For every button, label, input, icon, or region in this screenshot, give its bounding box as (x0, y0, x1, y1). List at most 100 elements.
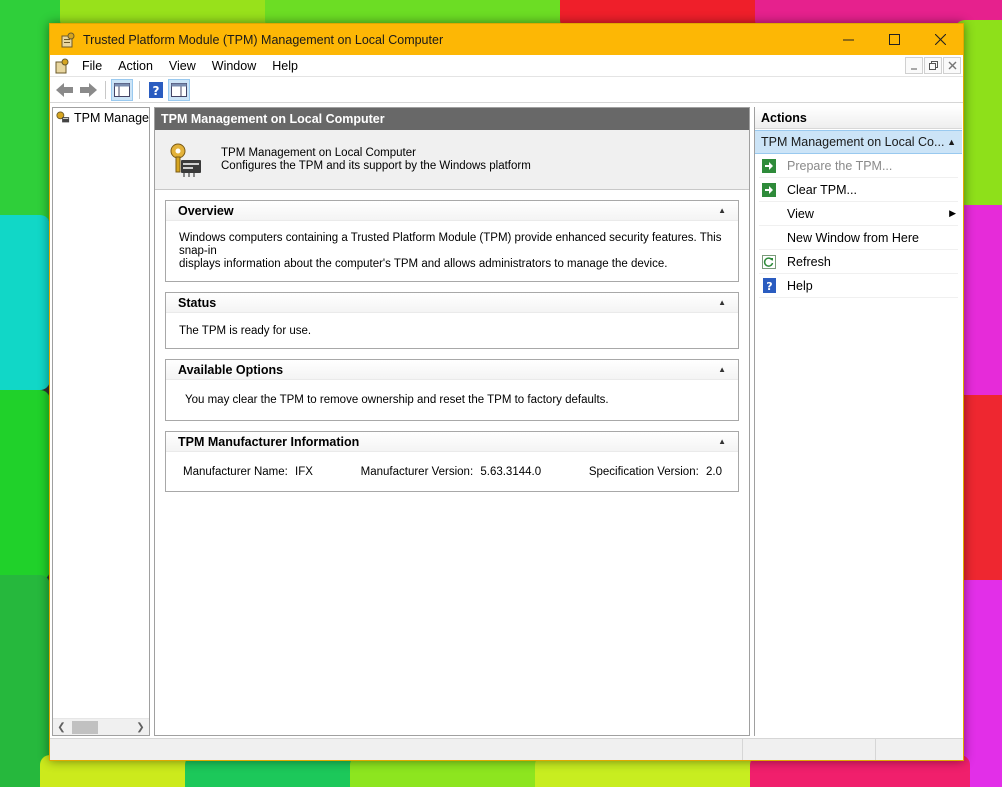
restore-icon (928, 61, 938, 70)
action-refresh[interactable]: Refresh (759, 250, 958, 274)
specification-version: Specification Version: 2.0 (589, 466, 722, 479)
action-label: New Window from Here (787, 230, 919, 245)
status-section-header[interactable]: Status ▲ (166, 293, 738, 313)
back-button[interactable] (54, 79, 76, 101)
action-clear-tpm[interactable]: Clear TPM... (759, 178, 958, 202)
forward-arrow-icon (80, 82, 97, 97)
green-arrow-icon (761, 182, 777, 198)
mdi-restore-button[interactable] (924, 57, 942, 74)
help-toolbar-button[interactable]: ? (145, 79, 167, 101)
action-label: Prepare the TPM... (787, 158, 893, 173)
manufacturer-name-value: IFX (295, 466, 313, 478)
mdi-close-button[interactable] (943, 57, 961, 74)
scroll-right-icon[interactable]: ❯ (132, 722, 149, 733)
manufacturer-info-section-header[interactable]: TPM Manufacturer Information ▲ (166, 432, 738, 452)
action-new-window[interactable]: New Window from Here (759, 226, 958, 250)
scroll-left-icon[interactable]: ❮ (53, 722, 70, 733)
section-title: Overview (178, 203, 234, 218)
actions-group-header[interactable]: TPM Management on Local Co... ▲ (755, 130, 962, 154)
refresh-icon (761, 254, 777, 270)
menu-bar: File Action View Window Help (50, 55, 963, 77)
minimize-button[interactable] (825, 24, 871, 55)
menu-action[interactable]: Action (110, 55, 161, 77)
tree-item-tpm-management[interactable]: TPM Manage (53, 108, 149, 128)
console-tree-pane: TPM Manage ❮ ❯ (52, 107, 150, 736)
actions-pane-title: Actions (755, 107, 962, 129)
overview-section-header[interactable]: Overview ▲ (166, 201, 738, 221)
toolbar-separator (139, 80, 140, 99)
action-label: Refresh (787, 254, 831, 269)
back-arrow-icon (56, 82, 73, 97)
manufacturer-info-section: TPM Manufacturer Information ▲ Manufactu… (165, 431, 739, 492)
console-content: TPM Manage ❮ ❯ TPM Management on Local C… (50, 104, 963, 736)
menu-help[interactable]: Help (264, 55, 306, 77)
action-label: Clear TPM... (787, 182, 857, 197)
tpm-keys-icon (170, 143, 201, 177)
tree-item-label: TPM Manage (73, 111, 149, 125)
section-title: Status (178, 295, 217, 310)
minimize-icon (910, 68, 917, 70)
manufacturer-name: Manufacturer Name: IFX (183, 466, 313, 479)
action-help[interactable]: ? Help (759, 274, 958, 298)
action-label: View (787, 206, 814, 221)
svg-text:?: ? (153, 84, 160, 98)
results-pane-header: TPM Management on Local Computer (155, 108, 749, 130)
overview-section: Overview ▲ Windows computers containing … (165, 200, 739, 282)
collapse-caret-icon[interactable]: ▲ (718, 437, 726, 446)
menu-file[interactable]: File (74, 55, 110, 77)
close-button[interactable] (917, 24, 963, 55)
options-text: You may clear the TPM to remove ownershi… (185, 394, 609, 406)
help-icon: ? (149, 81, 163, 98)
tpm-key-icon (56, 111, 70, 123)
title-bar[interactable]: Trusted Platform Module (TPM) Management… (50, 24, 963, 55)
actions-group-label: TPM Management on Local Co... (761, 135, 945, 149)
show-hide-console-tree-button[interactable] (111, 78, 133, 101)
maximize-button[interactable] (871, 24, 917, 55)
svg-text:?: ? (766, 280, 772, 293)
mdi-minimize-button[interactable] (905, 57, 923, 74)
section-title: TPM Manufacturer Information (178, 434, 360, 449)
section-title: Available Options (178, 362, 284, 377)
scrollbar-thumb[interactable] (72, 720, 98, 734)
help-icon: ? (761, 278, 777, 294)
maximize-icon (888, 34, 900, 45)
action-pane-icon (171, 82, 187, 97)
collapse-caret-icon[interactable]: ▲ (718, 298, 726, 307)
specification-version-value: 2.0 (706, 466, 722, 478)
collapse-caret-icon[interactable]: ▲ (718, 365, 726, 374)
status-bar (50, 738, 963, 760)
mmc-window: Trusted Platform Module (TPM) Management… (49, 23, 964, 761)
console-icon[interactable] (54, 58, 70, 74)
close-icon (948, 61, 956, 70)
show-hide-action-pane-button[interactable] (168, 78, 190, 101)
actions-pane: Actions TPM Management on Local Co... ▲ … (754, 107, 962, 736)
snapin-intro: TPM Management on Local Computer Configu… (155, 130, 749, 190)
action-label: Help (787, 278, 813, 293)
green-arrow-icon (761, 158, 777, 174)
specification-version-label: Specification Version: (588, 466, 699, 478)
toolbar-separator (105, 80, 106, 99)
results-pane: TPM Management on Local Computer TPM Man… (154, 107, 750, 736)
collapse-caret-icon[interactable]: ▲ (718, 206, 726, 215)
overview-text-line1: Windows computers containing a Trusted P… (179, 232, 722, 257)
collapse-caret-icon[interactable]: ▲ (947, 137, 956, 147)
toolbar: ? (50, 77, 963, 103)
overview-text-line2: displays information about the computer'… (179, 258, 668, 270)
menu-view[interactable]: View (161, 55, 204, 77)
forward-button[interactable] (77, 79, 99, 101)
manufacturer-version-label: Manufacturer Version: (360, 466, 474, 478)
intro-title: TPM Management on Local Computer (221, 146, 416, 159)
action-view[interactable]: View ▶ (759, 202, 958, 226)
available-options-section-header[interactable]: Available Options ▲ (166, 360, 738, 380)
tpm-app-icon (61, 32, 75, 47)
close-icon (934, 34, 946, 45)
minimize-icon (842, 39, 854, 41)
submenu-arrow-icon: ▶ (949, 208, 956, 218)
status-text: The TPM is ready for use. (179, 325, 312, 337)
status-bar-cell (742, 739, 875, 760)
console-tree-icon (114, 82, 130, 97)
menu-window[interactable]: Window (204, 55, 264, 77)
action-prepare-tpm[interactable]: Prepare the TPM... (759, 154, 958, 178)
available-options-section: Available Options ▲ You may clear the TP… (165, 359, 739, 421)
tree-horizontal-scrollbar[interactable]: ❮ ❯ (53, 718, 149, 735)
